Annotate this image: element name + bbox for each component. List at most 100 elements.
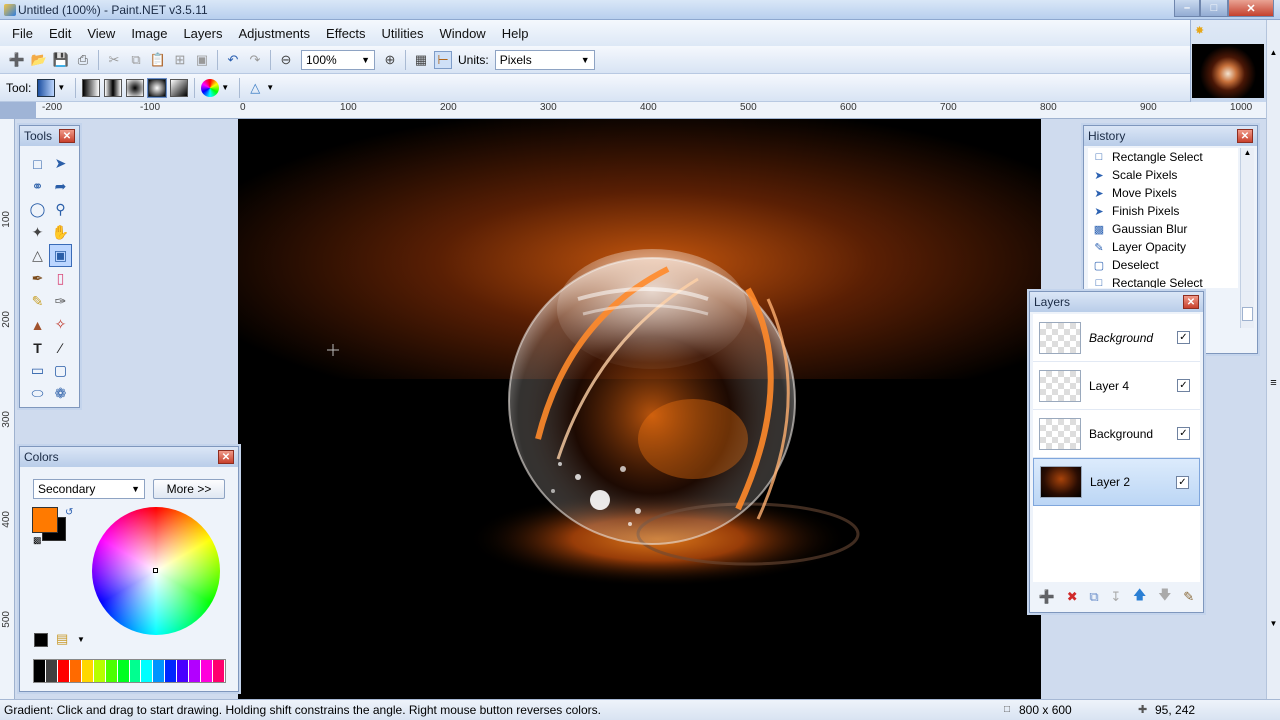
palette-swatch[interactable] <box>57 660 70 682</box>
palette-black-icon[interactable] <box>34 633 48 647</box>
palette-swatch[interactable] <box>141 660 154 682</box>
text-icon[interactable]: T <box>26 336 49 359</box>
scroll-up-icon[interactable]: ▲ <box>1241 148 1254 157</box>
more-colors-button[interactable]: More >> <box>153 479 225 499</box>
history-item[interactable]: ▩ Gaussian Blur <box>1088 220 1238 238</box>
palette-swatch[interactable] <box>45 660 58 682</box>
undo-icon[interactable]: ↶ <box>224 51 242 69</box>
rounded-rectangle-icon[interactable]: ▢ <box>49 359 72 382</box>
close-icon[interactable]: ✕ <box>218 450 234 464</box>
palette-swatch[interactable] <box>165 660 178 682</box>
layer-row[interactable]: Background ✓ <box>1033 314 1200 362</box>
ellipse-icon[interactable]: ⬭ <box>26 382 49 405</box>
antialiasing-icon[interactable]: △ <box>246 79 264 97</box>
image-thumbnail[interactable]: ✸ <box>1190 20 1266 102</box>
conical-gradient-icon[interactable] <box>170 78 189 97</box>
history-scrollbar[interactable]: ▲ <box>1240 148 1254 328</box>
history-item[interactable]: ✎ Layer Opacity <box>1088 238 1238 256</box>
rectangle-select-icon[interactable]: □ <box>26 152 49 175</box>
scroll-thumb[interactable] <box>1242 307 1253 321</box>
clone-stamp-icon[interactable]: ▲ <box>26 313 49 336</box>
chevron-down-icon[interactable]: ▼ <box>221 83 229 92</box>
scroll-up-icon[interactable]: ▲ <box>1267 48 1280 57</box>
palette-swatch[interactable] <box>189 660 202 682</box>
reset-colors-icon[interactable]: ▩ <box>33 535 42 546</box>
crop-icon[interactable]: ⊞ <box>171 51 189 69</box>
menu-file[interactable]: File <box>4 26 41 41</box>
recolor-icon[interactable]: ✧ <box>49 313 72 336</box>
diamond-gradient-icon[interactable] <box>126 78 145 97</box>
palette-swatch[interactable] <box>213 660 225 682</box>
paste-icon[interactable]: 📋 <box>149 51 167 69</box>
palette-swatch[interactable] <box>201 660 214 682</box>
deselect-icon[interactable]: ▣ <box>193 51 211 69</box>
palette-swatch[interactable] <box>153 660 166 682</box>
palette-swatch[interactable] <box>117 660 130 682</box>
menu-window[interactable]: Window <box>431 26 493 41</box>
gradient-tool-icon[interactable] <box>37 78 56 97</box>
menu-effects[interactable]: Effects <box>318 26 374 41</box>
freeform-shape-icon[interactable]: ❁ <box>49 382 72 405</box>
reflected-gradient-icon[interactable] <box>104 78 123 97</box>
menu-help[interactable]: Help <box>494 26 537 41</box>
scroll-down-icon[interactable]: ▼ <box>1267 619 1280 628</box>
move-selected-icon[interactable]: ➦ <box>49 175 72 198</box>
color-picker-icon[interactable]: ✑ <box>49 290 72 313</box>
chevron-down-icon[interactable]: ▼ <box>77 635 85 644</box>
ellipse-select-icon[interactable]: ◯ <box>26 198 49 221</box>
rectangle-icon[interactable]: ▭ <box>26 359 49 382</box>
layer-row[interactable]: Background ✓ <box>1033 410 1200 458</box>
palette-swatch[interactable] <box>81 660 94 682</box>
lasso-select-icon[interactable]: ⚭ <box>26 175 49 198</box>
color-mode-icon[interactable] <box>201 78 220 97</box>
print-icon[interactable]: ⎙ <box>74 51 92 69</box>
chevron-down-icon[interactable]: ▼ <box>266 83 274 92</box>
history-item[interactable]: ➤ Move Pixels <box>1088 184 1238 202</box>
swap-colors-icon[interactable]: ↺ <box>65 507 73 518</box>
close-icon[interactable]: ✕ <box>59 129 75 143</box>
palette-swatch[interactable] <box>129 660 142 682</box>
menu-image[interactable]: Image <box>123 26 175 41</box>
zoom-combo[interactable]: 100% ▼ <box>301 49 375 70</box>
menu-layers[interactable]: Layers <box>175 26 230 41</box>
gradient-icon[interactable]: ▣ <box>49 244 72 267</box>
duplicate-layer-icon[interactable]: ⧉ <box>1089 589 1098 605</box>
menu-view[interactable]: View <box>79 26 123 41</box>
layer-row-selected[interactable]: Layer 2 ✓ <box>1033 458 1200 506</box>
add-layer-icon[interactable]: ➕ <box>1039 589 1055 605</box>
menu-adjustments[interactable]: Adjustments <box>230 26 318 41</box>
primary-color-swatch[interactable] <box>32 507 58 533</box>
history-item[interactable]: ➤ Finish Pixels <box>1088 202 1238 220</box>
layer-properties-icon[interactable]: ✎ <box>1183 589 1194 605</box>
save-icon[interactable]: 💾 <box>52 51 70 69</box>
layer-visible-checkbox[interactable]: ✓ <box>1177 379 1190 392</box>
units-combo[interactable]: Pixels ▼ <box>494 49 595 70</box>
paintbrush-icon[interactable]: ✒ <box>26 267 49 290</box>
palette-swatch[interactable] <box>69 660 82 682</box>
pencil-icon[interactable]: ✎ <box>26 290 49 313</box>
layer-visible-checkbox[interactable]: ✓ <box>1176 475 1189 489</box>
delete-layer-icon[interactable]: ✖ <box>1067 589 1078 605</box>
history-item[interactable]: ➤ Scale Pixels <box>1088 166 1238 184</box>
layer-visible-checkbox[interactable]: ✓ <box>1177 427 1190 440</box>
linear-gradient-icon[interactable] <box>82 78 101 97</box>
move-layer-up-icon[interactable]: 🡅 <box>1133 586 1146 608</box>
palette-menu-icon[interactable]: ▤ <box>56 631 68 647</box>
close-button[interactable]: ✕ <box>1228 0 1274 17</box>
line-curve-icon[interactable]: ∕ <box>49 336 72 359</box>
new-file-icon[interactable]: ➕ <box>8 51 26 69</box>
layer-visible-checkbox[interactable]: ✓ <box>1177 331 1190 344</box>
palette-swatch[interactable] <box>177 660 190 682</box>
zoom-in-icon[interactable]: ⊕ <box>381 51 399 69</box>
history-item[interactable]: □ Rectangle Select <box>1088 148 1238 166</box>
maximize-button[interactable]: □ <box>1200 0 1228 17</box>
rulers-icon[interactable]: ⊢ <box>434 50 452 69</box>
redo-icon[interactable]: ↷ <box>246 51 264 69</box>
image-canvas[interactable] <box>238 119 1041 699</box>
radial-gradient-icon[interactable] <box>147 77 168 98</box>
color-wheel-marker[interactable] <box>153 568 158 573</box>
menu-edit[interactable]: Edit <box>41 26 79 41</box>
zoom-icon[interactable]: ⚲ <box>49 198 72 221</box>
history-item[interactable]: ▢ Deselect <box>1088 256 1238 274</box>
magic-wand-icon[interactable]: ✦ <box>26 221 49 244</box>
